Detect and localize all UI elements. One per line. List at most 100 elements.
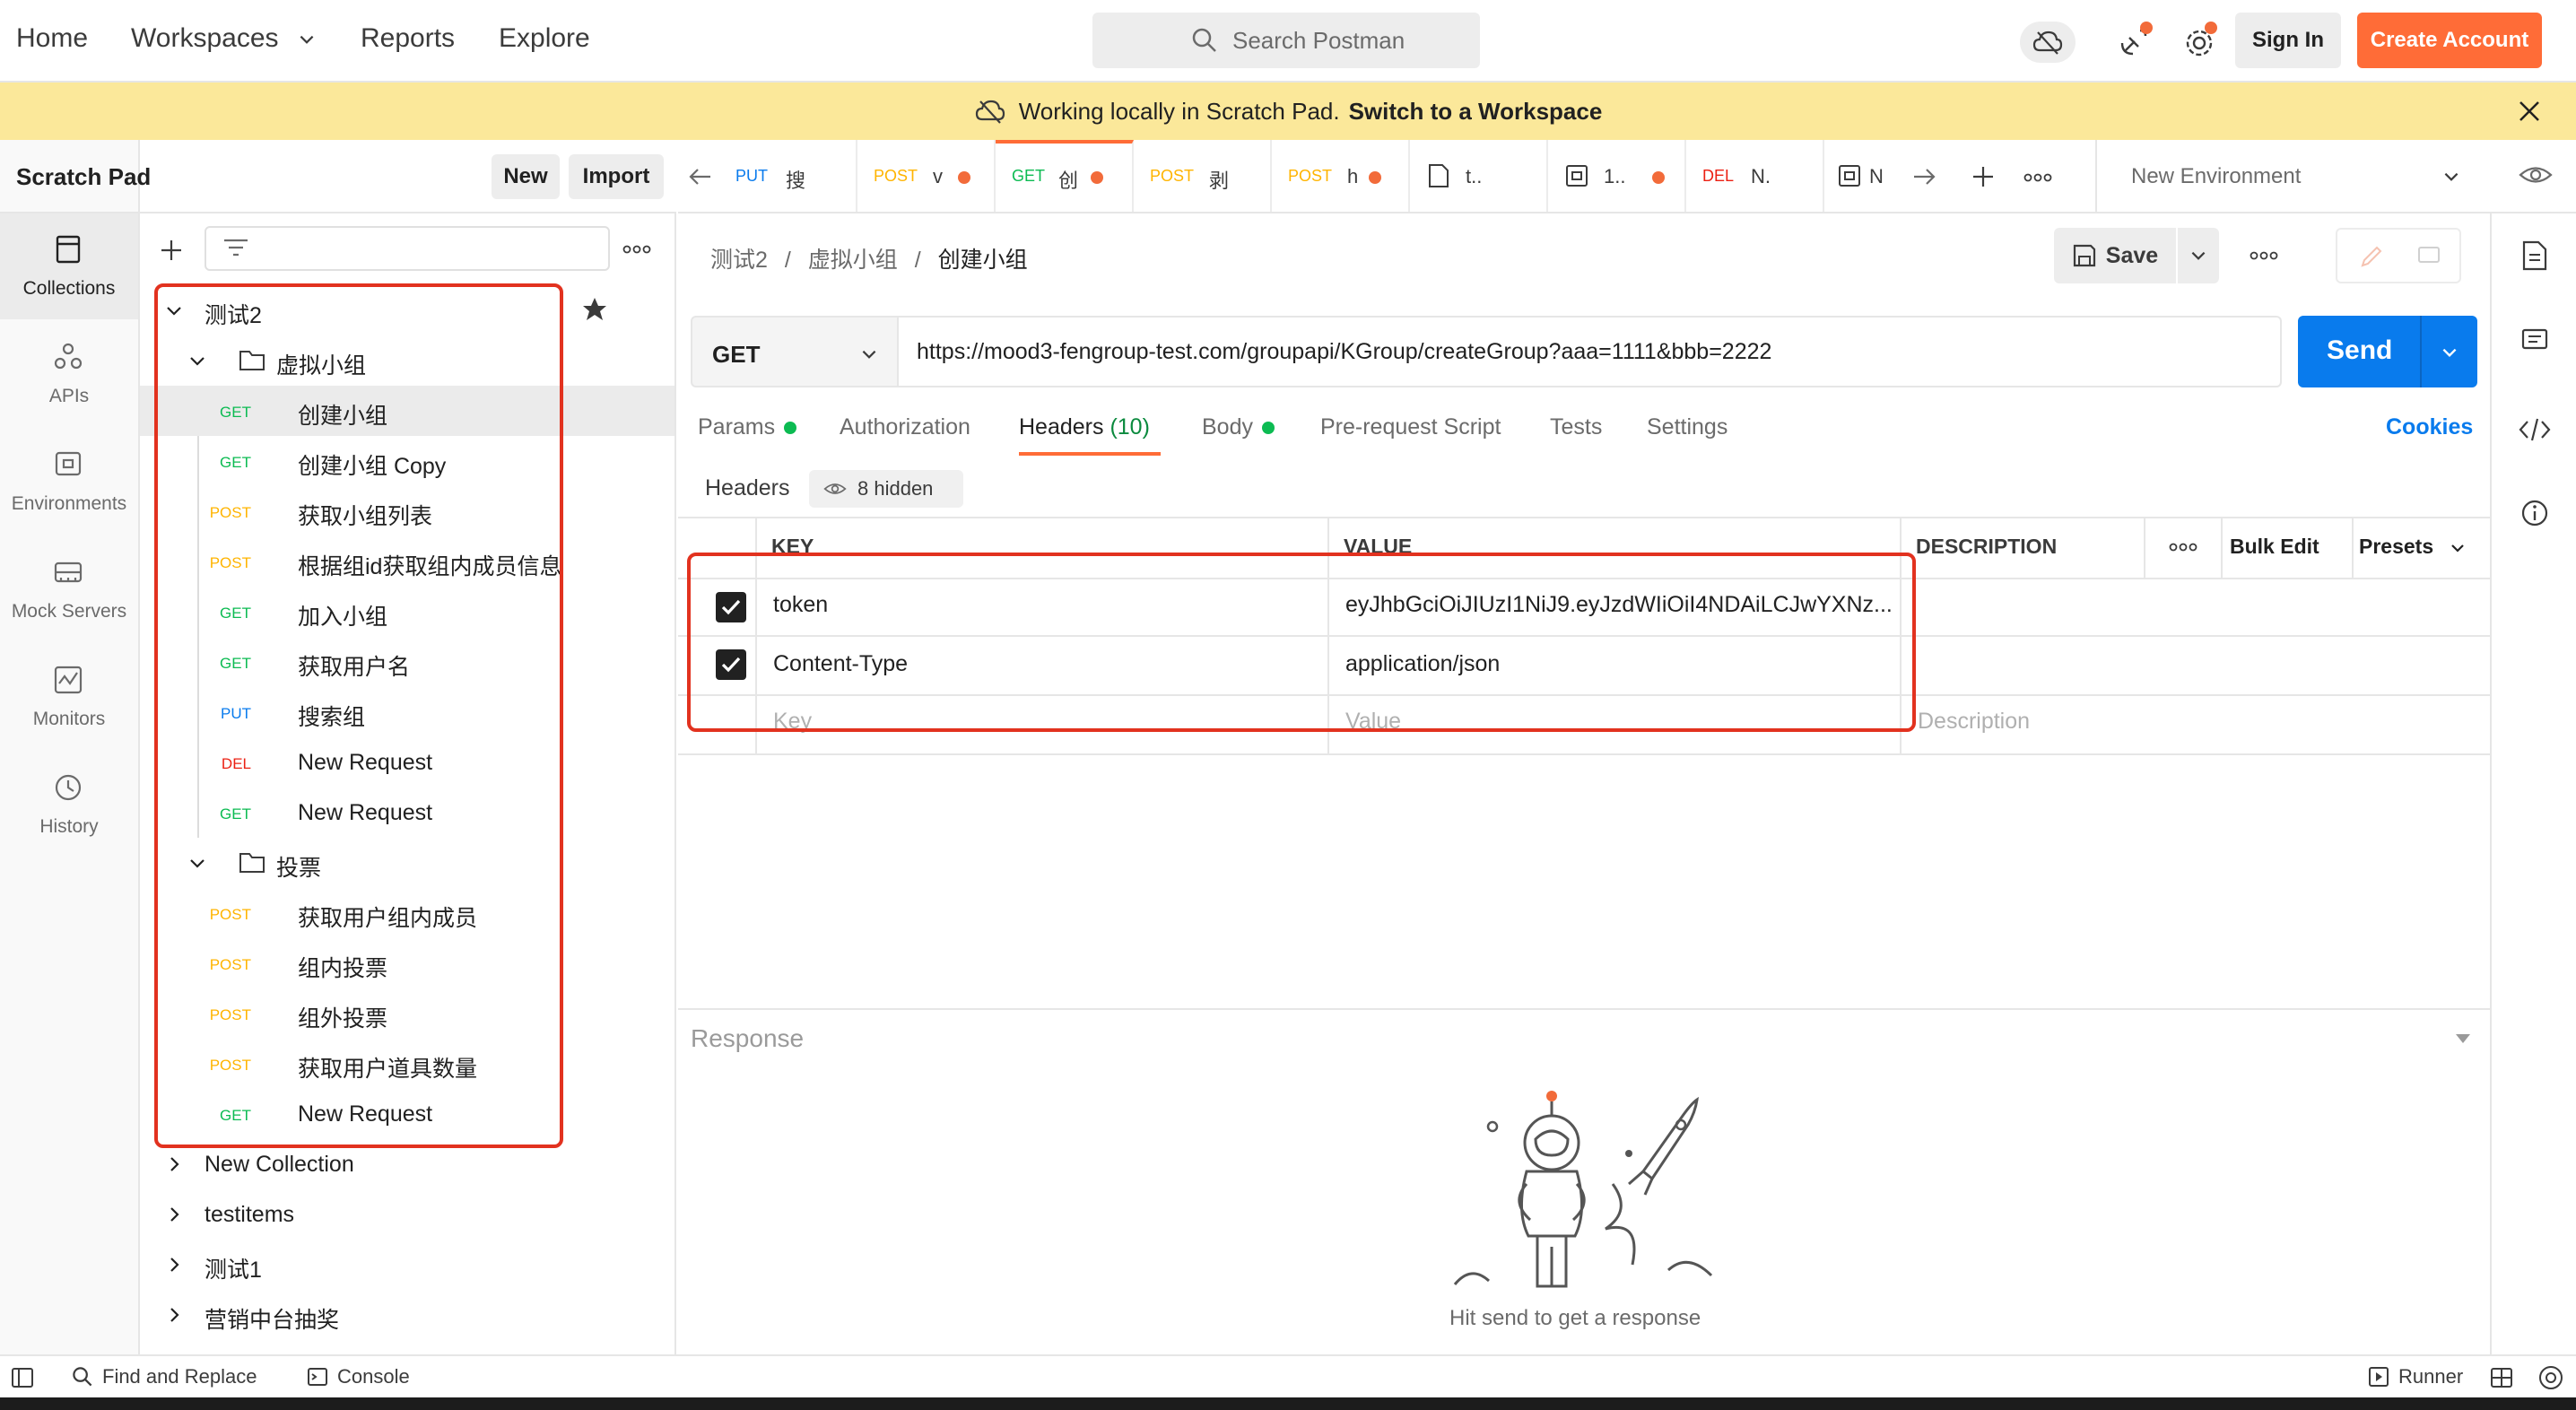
response-hint: Hit send to get a response (1449, 1306, 1701, 1330)
more-icon[interactable] (2169, 542, 2197, 553)
filter-input[interactable] (205, 226, 610, 271)
save-button[interactable]: Save (2054, 228, 2176, 283)
rail-environments[interactable]: Environments (0, 429, 138, 535)
nav-reports[interactable]: Reports (361, 23, 455, 54)
sidebar-toggle-icon[interactable] (11, 1367, 34, 1388)
tab-prerequest-script[interactable]: Pre-request Script (1320, 414, 1501, 440)
eye-icon[interactable] (2519, 161, 2553, 188)
history-icon (55, 774, 82, 801)
collection-row[interactable]: 测试1 (140, 1240, 674, 1290)
edit-comment-toggle[interactable] (2336, 228, 2461, 283)
collection-row[interactable]: 营销中台抽奖 (140, 1290, 674, 1340)
tab-get-active[interactable]: GET 创 (996, 140, 1134, 212)
search-input[interactable]: Search Postman (1092, 13, 1480, 68)
active-dot (1261, 422, 1275, 435)
tab-body[interactable]: Body (1202, 414, 1275, 440)
hidden-headers-toggle[interactable]: 8 hidden (809, 470, 963, 508)
tab-post[interactable]: POST h (1272, 140, 1410, 212)
console-button[interactable]: Console (307, 1365, 410, 1388)
plus-icon[interactable] (158, 237, 185, 264)
layout-toggle-icon[interactable] (2490, 1367, 2513, 1388)
switch-workspace-link[interactable]: Switch to a Workspace (1349, 98, 1603, 126)
rail-monitors[interactable]: Monitors (0, 644, 138, 750)
import-button[interactable]: Import (569, 154, 664, 199)
new-description-input[interactable]: Description (1918, 709, 2030, 735)
close-icon[interactable] (2517, 99, 2542, 124)
tab-title: 1.. (1604, 165, 1626, 187)
cookies-link[interactable]: Cookies (2386, 414, 2473, 440)
method-select[interactable]: GET (691, 316, 899, 387)
rail-mock-servers[interactable]: Mock Servers (0, 536, 138, 642)
comments-icon[interactable] (2520, 326, 2549, 355)
send-button[interactable]: Send (2298, 316, 2477, 387)
rail-label: APIs (48, 386, 90, 406)
headers-table: KEY VALUE DESCRIPTION Bulk Edit Presets … (678, 517, 2492, 755)
new-button[interactable]: New (492, 154, 560, 199)
sync-status-button[interactable] (2020, 22, 2076, 63)
tab-headers[interactable]: Headers (10) (1019, 414, 1150, 440)
rail-apis[interactable]: APIs (0, 321, 138, 427)
url-input[interactable]: https://mood3-fengroup-test.com/groupapi… (899, 316, 2282, 387)
scratch-pad-banner: Working locally in Scratch Pad. Switch t… (0, 83, 2576, 140)
tab-label: Body (1202, 414, 1253, 440)
tab-post[interactable]: POST 剥 (1134, 140, 1272, 212)
tab-env[interactable]: N (1824, 140, 1887, 212)
rail-history[interactable]: History (0, 752, 138, 857)
find-replace-button[interactable]: Find and Replace (72, 1365, 257, 1388)
sign-in-button[interactable]: Sign In (2235, 13, 2341, 68)
star-icon[interactable] (581, 296, 608, 323)
presets-dropdown[interactable]: Presets (2359, 535, 2467, 559)
more-icon[interactable] (622, 244, 651, 255)
arrow-right-icon[interactable] (1910, 163, 1937, 190)
monitors-icon (54, 666, 83, 694)
caret-down-icon[interactable] (2454, 1031, 2472, 1046)
chevron-down-icon (300, 36, 314, 44)
tab-params[interactable]: Params (698, 414, 797, 440)
tab-post[interactable]: POST v (857, 140, 996, 212)
tab-put[interactable]: PUT 搜 (719, 140, 857, 212)
more-icon[interactable] (2250, 250, 2278, 261)
left-rail: Collections APIs Environments Mock Serve… (0, 140, 140, 1354)
collection-name: 测试1 (205, 1258, 262, 1283)
collection-row[interactable]: testitems (140, 1189, 674, 1240)
nav-explore[interactable]: Explore (499, 23, 590, 54)
plus-icon[interactable] (1970, 163, 1997, 190)
divider (678, 1008, 2492, 1010)
apis-icon (54, 343, 83, 370)
tab-authorization[interactable]: Authorization (840, 414, 970, 440)
help-icon[interactable] (2538, 1365, 2563, 1390)
breadcrumb-separator: / (784, 248, 791, 273)
bulk-edit-button[interactable]: Bulk Edit (2230, 535, 2319, 559)
tab-method: GET (1012, 167, 1046, 185)
banner-text: Working locally in Scratch Pad. (1018, 97, 1340, 125)
chevron-right-icon (170, 1157, 179, 1171)
satellite-button[interactable] (2113, 20, 2156, 63)
tab-settings[interactable]: Settings (1647, 414, 1727, 440)
more-icon[interactable] (2023, 172, 2052, 183)
breadcrumb-folder[interactable]: 虚拟小组 (808, 248, 898, 273)
breadcrumb-collection[interactable]: 测试2 (710, 248, 768, 273)
rail-collections[interactable]: Collections (0, 213, 138, 319)
code-icon[interactable] (2519, 416, 2551, 443)
collection-name: testitems (205, 1202, 295, 1227)
info-icon[interactable] (2520, 499, 2549, 527)
chevron-right-icon (170, 1258, 179, 1272)
environment-selector[interactable]: New Environment (2095, 140, 2472, 213)
rail-label: Collections (22, 278, 116, 299)
chevron-down-icon[interactable] (2440, 343, 2459, 362)
documentation-icon[interactable] (2520, 240, 2549, 271)
arrow-left-icon[interactable] (687, 163, 714, 190)
nav-workspaces[interactable]: Workspaces (131, 23, 317, 54)
divider (2352, 517, 2354, 578)
tab-del[interactable]: DEL N. (1686, 140, 1824, 212)
tab-tests[interactable]: Tests (1550, 414, 1602, 440)
tab-doc[interactable]: t.. (1410, 140, 1548, 212)
console-label: Console (337, 1365, 410, 1388)
tab-env[interactable]: 1.. (1548, 140, 1686, 212)
create-account-button[interactable]: Create Account (2357, 13, 2542, 68)
nav-home[interactable]: Home (16, 23, 88, 54)
settings-button[interactable] (2178, 20, 2221, 63)
highlight-box (154, 283, 563, 1148)
runner-button[interactable]: Runner (2368, 1365, 2463, 1388)
save-options-button[interactable] (2178, 228, 2219, 283)
